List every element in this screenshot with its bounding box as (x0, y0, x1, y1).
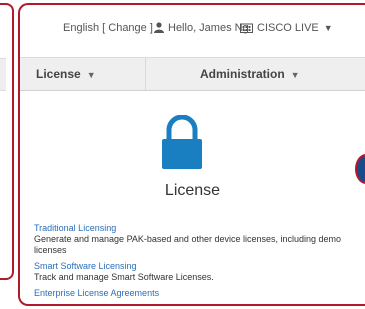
left-callout-panel (0, 3, 14, 280)
enterprise-license-agreements-link[interactable]: Enterprise License Agreements (34, 288, 354, 299)
list-item: Smart Software Licensing Track and manag… (34, 261, 354, 283)
language-label: English (63, 22, 100, 34)
list-item: Traditional Licensing Generate and manag… (34, 223, 354, 256)
org-selector[interactable]: CISCO LIVE ▼ (240, 22, 333, 36)
traditional-licensing-desc: Generate and manage PAK-based and other … (34, 234, 342, 255)
nav-license-label: License (36, 67, 81, 81)
user-greeting[interactable]: Hello, James Ng (154, 22, 249, 36)
building-icon (240, 23, 253, 36)
left-nav-strip (0, 58, 6, 91)
org-name: CISCO LIVE (257, 22, 319, 34)
chevron-down-icon: ▼ (290, 70, 300, 80)
language-selector[interactable]: English [ Change ] (63, 22, 153, 34)
user-icon (154, 22, 164, 36)
change-language-link[interactable]: [ Change ] (102, 22, 153, 34)
nav-divider (145, 58, 146, 90)
chevron-down-icon: ▼ (86, 70, 96, 80)
list-item: Enterprise License Agreements (34, 288, 354, 299)
greeting-text: Hello, James Ng (168, 22, 249, 34)
lock-icon[interactable] (160, 114, 204, 171)
nav-administration-menu[interactable]: Administration ▼ (200, 58, 300, 90)
main-nav: License ▼ Administration ▼ (20, 57, 365, 91)
nav-admin-label: Administration (200, 67, 285, 81)
smart-software-licensing-desc: Track and manage Smart Software Licenses… (34, 272, 214, 282)
utility-bar: English [ Change ] Hello, James Ng CISCO… (20, 19, 365, 39)
smart-software-licensing-link[interactable]: Smart Software Licensing (34, 261, 354, 272)
license-tile-title: License (164, 182, 221, 199)
nav-license-menu[interactable]: License ▼ (36, 58, 96, 90)
chevron-down-icon: ▼ (323, 23, 333, 33)
traditional-licensing-link[interactable]: Traditional Licensing (34, 223, 354, 234)
license-links-list: Traditional Licensing Generate and manag… (34, 223, 354, 304)
license-callout-panel: English [ Change ] Hello, James Ng CISCO… (18, 3, 365, 306)
